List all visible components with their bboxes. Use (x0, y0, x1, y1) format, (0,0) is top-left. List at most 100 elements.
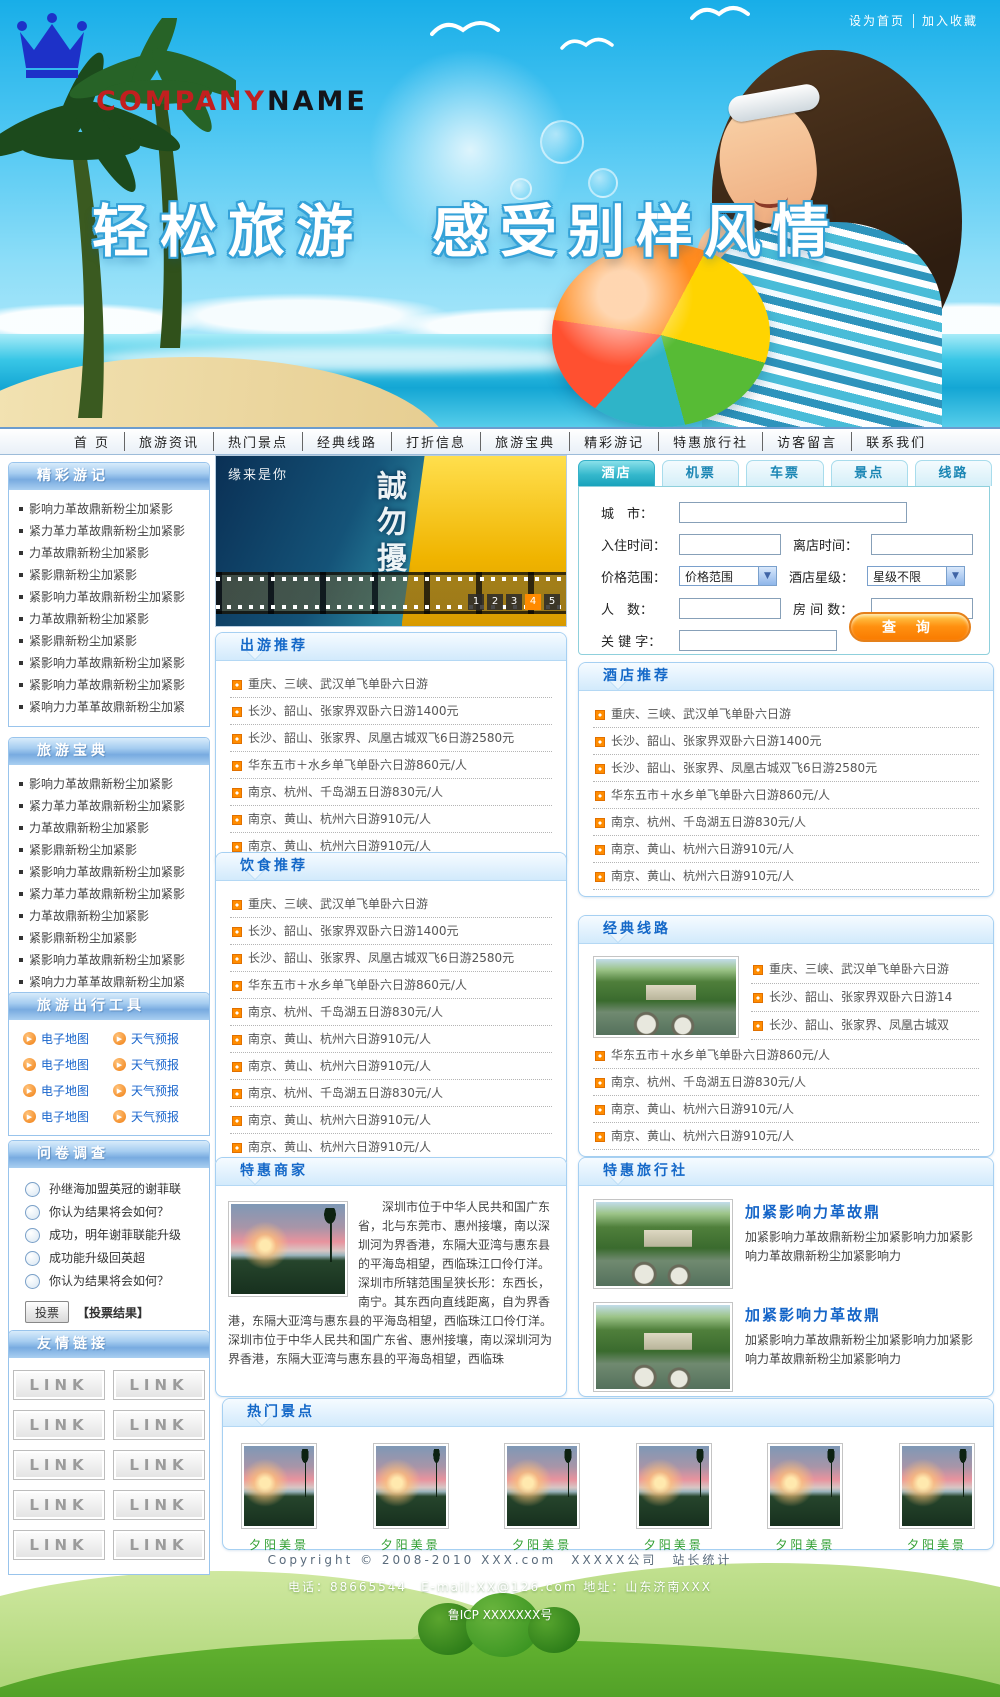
icp-text[interactable]: 鲁ICP XXXXXXX号 (0, 1606, 1000, 1623)
pager-button[interactable]: 5 (544, 594, 560, 610)
rec-item[interactable]: 南京、杭州、千岛湖五日游830元/人 (593, 1069, 979, 1096)
tab-train[interactable]: 车票 (746, 460, 823, 486)
star-select[interactable]: 星级不限▼ (867, 566, 965, 586)
pager-button-active[interactable]: 4 (525, 594, 541, 610)
friend-link[interactable]: LINK (113, 1490, 205, 1520)
checkout-input[interactable] (871, 534, 973, 555)
scenic-thumb[interactable]: 夕阳美景 (373, 1443, 449, 1553)
sidebar-link[interactable]: 紧影鼎新粉尘加紧影 (17, 927, 204, 949)
rec-item[interactable]: 南京、黄山、杭州六日游910元/人 (230, 1107, 552, 1134)
sidebar-link[interactable]: 紧力革力革故鼎新粉尘加紧影 (17, 883, 204, 905)
sidebar-link[interactable]: 力革故鼎新粉尘加紧影 (17, 905, 204, 927)
sidebar-link[interactable]: 紧响力力革革故鼎新粉尘加紧 (17, 971, 204, 993)
sidebar-link[interactable]: 紧响力力革革故鼎新粉尘加紧 (17, 696, 204, 718)
friend-link[interactable]: LINK (13, 1450, 105, 1480)
agency-entry[interactable]: 加紧影响力革故鼎 加紧影响力革故鼎新粉尘加紧影响力加紧影响力革故鼎新粉尘加紧影响… (593, 1302, 979, 1392)
scenic-thumb[interactable]: 夕阳美景 (636, 1443, 712, 1553)
rec-item[interactable]: 重庆、三峡、武汉单飞单卧六日游 (593, 701, 979, 728)
sidebar-link[interactable]: 紧力革力革故鼎新粉尘加紧影 (17, 795, 204, 817)
sidebar-link[interactable]: 紧影响力革故鼎新粉尘加紧影 (17, 586, 204, 608)
rec-item[interactable]: 南京、黄山、杭州六日游910元/人 (593, 836, 979, 863)
rec-item[interactable]: 华东五市＋水乡单飞单卧六日游860元/人 (230, 752, 552, 779)
sidebar-link[interactable]: 影响力革故鼎新粉尘加紧影 (17, 773, 204, 795)
rec-item[interactable]: 南京、黄山、杭州六日游910元/人 (230, 1053, 552, 1080)
pager-button[interactable]: 3 (506, 594, 522, 610)
nav-item-routes[interactable]: 经典线路 (303, 432, 392, 451)
sidebar-link[interactable]: 紧影鼎新粉尘加紧影 (17, 564, 204, 586)
rec-item[interactable]: 南京、黄山、杭州六日游910元/人 (593, 1123, 979, 1150)
survey-radio[interactable] (25, 1182, 40, 1197)
friend-link[interactable]: LINK (13, 1490, 105, 1520)
nav-item-discounts[interactable]: 打折信息 (392, 432, 481, 451)
nav-item-notes[interactable]: 精彩游记 (570, 432, 659, 451)
friend-link[interactable]: LINK (13, 1410, 105, 1440)
weather-link[interactable]: ▶天气预报 (113, 1082, 203, 1099)
survey-radio[interactable] (25, 1274, 40, 1289)
tab-hotel[interactable]: 酒店 (578, 460, 655, 486)
city-input[interactable] (679, 502, 907, 523)
nav-item-guide[interactable]: 旅游宝典 (481, 432, 570, 451)
nav-item-guestbook[interactable]: 访客留言 (763, 432, 852, 451)
rec-item[interactable]: 长沙、韶山、张家界、凤凰古城双 (751, 1012, 979, 1040)
rec-item[interactable]: 长沙、韶山、张家界双卧六日游1400元 (593, 728, 979, 755)
tab-route[interactable]: 线路 (915, 460, 992, 486)
friend-link[interactable]: LINK (113, 1450, 205, 1480)
price-select[interactable]: 价格范围▼ (679, 566, 777, 586)
sidebar-link[interactable]: 紧影鼎新粉尘加紧影 (17, 839, 204, 861)
rec-item[interactable]: 重庆、三峡、武汉单飞单卧六日游 (751, 956, 979, 984)
rec-item[interactable]: 长沙、韶山、张家界双卧六日游1400元 (230, 918, 552, 945)
survey-radio[interactable] (25, 1251, 40, 1266)
agency-title[interactable]: 加紧影响力革故鼎 (745, 1201, 979, 1222)
rec-item[interactable]: 长沙、韶山、张家界双卧六日游1400元 (230, 698, 552, 725)
people-input[interactable] (679, 598, 781, 619)
rec-item[interactable]: 长沙、韶山、张家界、凤凰古城双飞6日游2580元 (593, 755, 979, 782)
rec-item[interactable]: 华东五市＋水乡单飞单卧六日游860元/人 (593, 1042, 979, 1069)
nav-item-agencies[interactable]: 特惠旅行社 (659, 432, 763, 451)
add-favorite-link[interactable]: 加入收藏 (914, 14, 986, 28)
rec-item[interactable]: 华东五市＋水乡单飞单卧六日游860元/人 (593, 782, 979, 809)
sidebar-link[interactable]: 力革故鼎新粉尘加紧影 (17, 817, 204, 839)
sidebar-link[interactable]: 力革故鼎新粉尘加紧影 (17, 608, 204, 630)
sidebar-link[interactable]: 力革故鼎新粉尘加紧影 (17, 542, 204, 564)
survey-radio[interactable] (25, 1205, 40, 1220)
rec-item[interactable]: 南京、杭州、千岛湖五日游830元/人 (230, 999, 552, 1026)
pager-button[interactable]: 2 (487, 594, 503, 610)
nav-item-news[interactable]: 旅游资讯 (125, 432, 214, 451)
rec-item[interactable]: 南京、黄山、杭州六日游910元/人 (593, 863, 979, 890)
rec-item[interactable]: 重庆、三峡、武汉单飞单卧六日游 (230, 891, 552, 918)
weather-link[interactable]: ▶天气预报 (113, 1030, 203, 1047)
friend-link[interactable]: LINK (113, 1410, 205, 1440)
rec-item[interactable]: 南京、杭州、千岛湖五日游830元/人 (230, 1080, 552, 1107)
weather-link[interactable]: ▶天气预报 (113, 1056, 203, 1073)
sidebar-link[interactable]: 紧力革力革故鼎新粉尘加紧影 (17, 520, 204, 542)
sidebar-link[interactable]: 影响力革故鼎新粉尘加紧影 (17, 498, 204, 520)
e-map-link[interactable]: ▶电子地图 (23, 1082, 113, 1099)
rec-item[interactable]: 长沙、韶山、张家界双卧六日游14 (751, 984, 979, 1012)
nav-item-home[interactable]: 首 页 (60, 432, 125, 451)
vote-button[interactable]: 投票 (25, 1301, 69, 1323)
nav-item-contact[interactable]: 联系我们 (852, 432, 940, 451)
friend-link[interactable]: LINK (113, 1370, 205, 1400)
weather-link[interactable]: ▶天气预报 (113, 1108, 203, 1125)
sidebar-link[interactable]: 紧影响力革故鼎新粉尘加紧影 (17, 861, 204, 883)
scenic-thumb[interactable]: 夕阳美景 (504, 1443, 580, 1553)
survey-radio[interactable] (25, 1228, 40, 1243)
sidebar-link[interactable]: 紧影响力革故鼎新粉尘加紧影 (17, 674, 204, 696)
tab-scenic[interactable]: 景点 (831, 460, 908, 486)
rec-item[interactable]: 南京、黄山、杭州六日游910元/人 (230, 1026, 552, 1053)
sidebar-link[interactable]: 紧影响力革故鼎新粉尘加紧影 (17, 949, 204, 971)
friend-link[interactable]: LINK (13, 1370, 105, 1400)
rec-item[interactable]: 长沙、韶山、张家界、凤凰古城双飞6日游2580元 (230, 725, 552, 752)
pager-button[interactable]: 1 (468, 594, 484, 610)
rec-item[interactable]: 长沙、韶山、张家界、凤凰古城双飞6日游2580元 (230, 945, 552, 972)
vote-results-link[interactable]: 【投票结果】 (77, 1304, 149, 1321)
agency-title[interactable]: 加紧影响力革故鼎 (745, 1304, 979, 1325)
scenic-thumb[interactable]: 夕阳美景 (899, 1443, 975, 1553)
promo-carousel[interactable]: 缘来是你 誠勿擾 1 2 3 4 5 (215, 455, 567, 627)
agency-entry[interactable]: 加紧影响力革故鼎 加紧影响力革故鼎新粉尘加紧影响力加紧影响力革故鼎新粉尘加紧影响… (593, 1199, 979, 1289)
nav-item-hotspots[interactable]: 热门景点 (214, 432, 303, 451)
set-homepage-link[interactable]: 设为首页 (841, 14, 914, 28)
rec-item[interactable]: 华东五市＋水乡单飞单卧六日游860元/人 (230, 972, 552, 999)
sidebar-link[interactable]: 紧影响力革故鼎新粉尘加紧影 (17, 652, 204, 674)
rec-item[interactable]: 南京、杭州、千岛湖五日游830元/人 (593, 809, 979, 836)
